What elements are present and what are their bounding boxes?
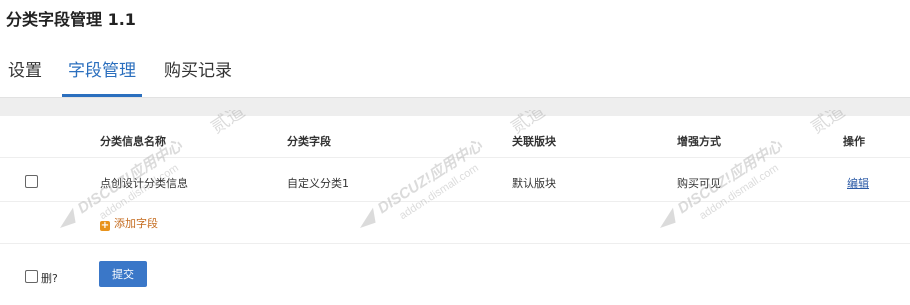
separator-band [0,97,910,116]
tab-settings[interactable]: 设置 [8,56,42,96]
tab-bar: 设置 字段管理 购买记录 [0,56,910,97]
plus-icon: + [100,220,110,231]
tab-purchase-records[interactable]: 购买记录 [164,56,232,96]
header-related-forum: 关联版块 [512,135,556,148]
field-table: 分类信息名称 分类字段 关联版块 增强方式 操作 点创设计分类信息 自定义分类1… [0,115,910,305]
header-category-field: 分类字段 [287,135,331,148]
cell-enhance-mode: 购买可见 [677,177,721,190]
page-title: 分类字段管理 1.1 [6,10,136,29]
cell-category-field: 自定义分类1 [287,177,349,190]
cell-category-name: 点创设计分类信息 [100,177,188,190]
row-checkbox[interactable] [25,175,38,188]
header-actions: 操作 [843,135,865,148]
add-field-link[interactable]: + 添加字段 [100,215,158,231]
tab-field-management[interactable]: 字段管理 [62,56,142,97]
edit-link[interactable]: 编辑 [847,175,869,191]
header-enhance-mode: 增强方式 [677,135,721,148]
row-divider [0,157,910,158]
cell-related-forum: 默认版块 [512,177,556,190]
submit-button[interactable]: 提交 [99,261,147,287]
row-divider [0,243,910,244]
delete-label: 删? [41,272,58,285]
row-divider [0,201,910,202]
delete-checkbox[interactable] [25,270,38,283]
add-field-label: 添加字段 [114,217,158,230]
header-category-name: 分类信息名称 [100,135,166,148]
